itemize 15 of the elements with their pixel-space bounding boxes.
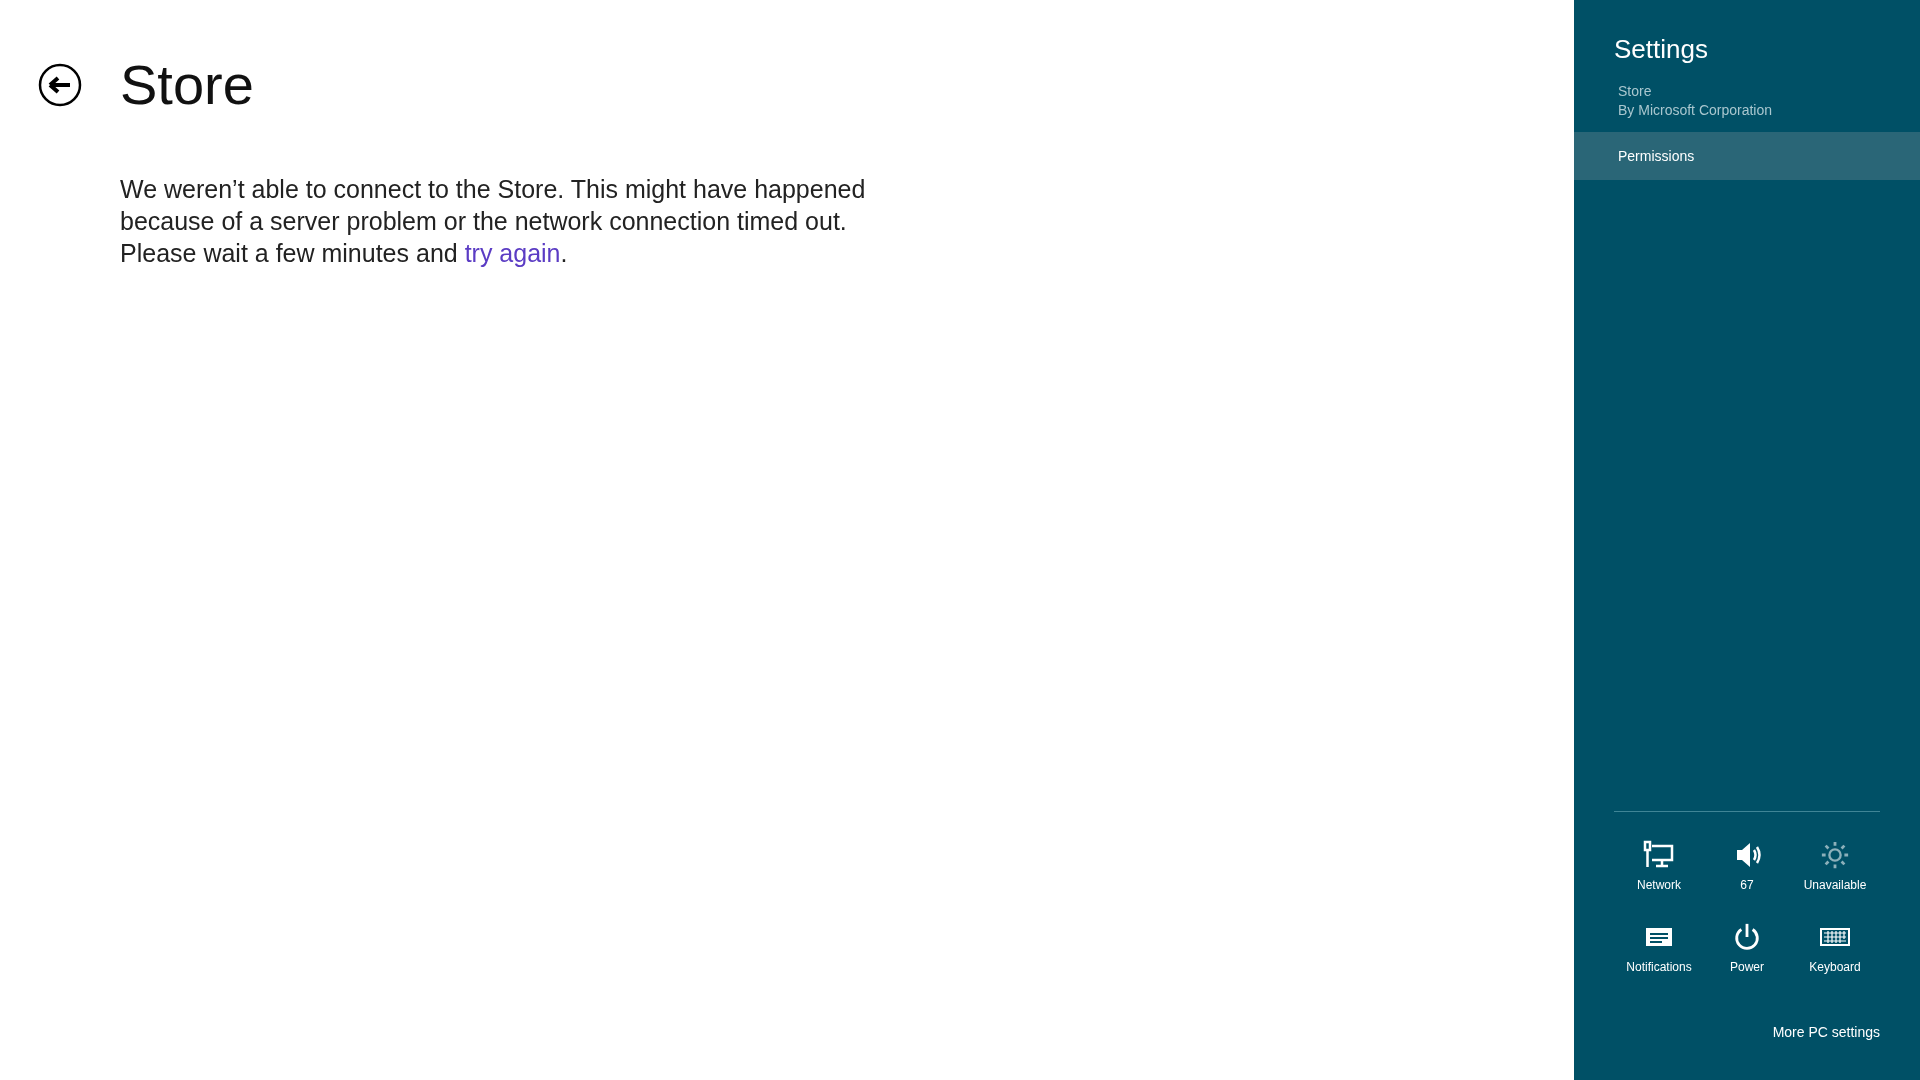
- quick-setting-label[interactable]: Network: [1637, 878, 1681, 892]
- quick-setting-label[interactable]: Keyboard: [1809, 960, 1861, 974]
- app-name: Store: [1618, 83, 1652, 99]
- quick-setting-label[interactable]: Notifications: [1626, 960, 1692, 974]
- back-icon[interactable]: [38, 62, 82, 107]
- settings-item[interactable]: Permissions: [1574, 132, 1920, 180]
- page-title: Store: [120, 52, 254, 117]
- publisher-label: By Microsoft Corporation: [1618, 102, 1773, 118]
- error-message: We weren’t able to connect to the Store. This might have happened because of a server problem or the network connection timed out. Please wait a few minutes and try again.: [120, 174, 867, 269]
- try-again-link[interactable]: try again: [464, 239, 561, 267]
- pane-title: Settings: [1614, 34, 1708, 65]
- network-icon[interactable]: [1643, 840, 1675, 870]
- more-settings-link[interactable]: More PC settings: [1772, 1024, 1880, 1040]
- quick-setting-label[interactable]: 67: [1740, 878, 1754, 892]
- quick-setting-label[interactable]: Power: [1730, 960, 1764, 974]
